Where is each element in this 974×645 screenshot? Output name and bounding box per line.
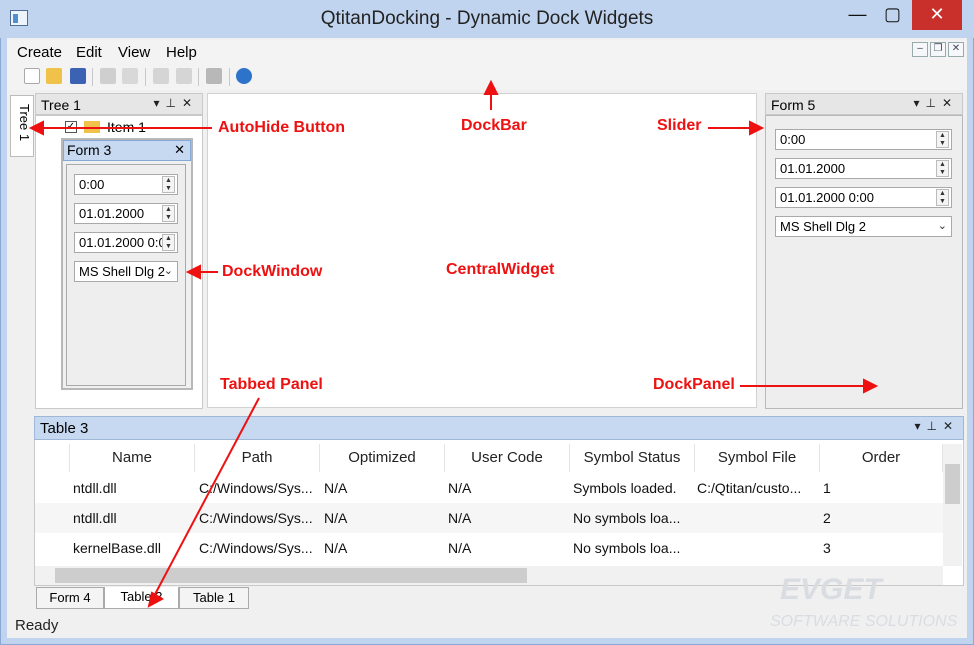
- arrowhead-autohide: [28, 120, 44, 136]
- arrowhead-tabbed: [147, 591, 165, 608]
- arrowhead-slider: [749, 120, 765, 136]
- arrowhead-dockpanel: [863, 378, 879, 394]
- arrow-tabbed: [151, 397, 260, 601]
- arrowhead-dockbar: [483, 79, 499, 95]
- arrowhead-dockwindow: [185, 264, 201, 280]
- annotation-arrows: [28, 79, 879, 608]
